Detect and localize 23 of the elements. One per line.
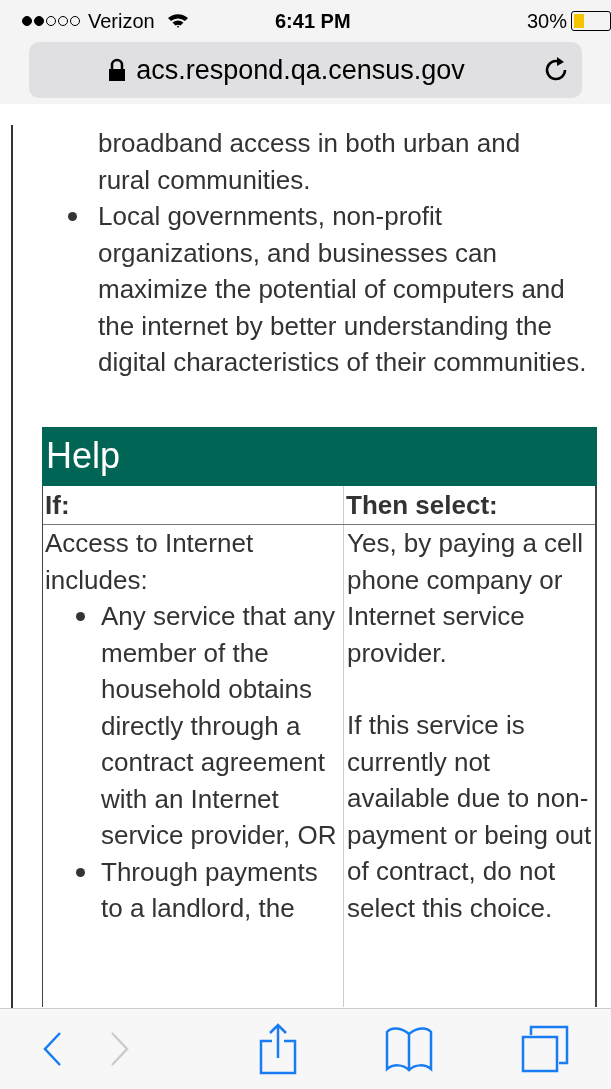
bullet-text: Through payments to a landlord, the <box>101 855 319 925</box>
column-header: Then select: <box>345 488 499 522</box>
bullet-icon <box>76 867 85 877</box>
bullet-text: Local governments, non-profit organizations, and businesses can maximize the potential of computers and the internet by better understanding the digital characteristics of their communities. <box>98 200 588 379</box>
cell-text: Access to Internet includes: <box>45 527 255 597</box>
column-header: If: <box>43 485 344 524</box>
wifi-icon <box>166 13 189 29</box>
address-bar[interactable]: acs.respond.qa.census.gov <box>29 42 582 98</box>
help-title: Help <box>46 437 121 475</box>
bullet-text: Any service that any member of the household obtains directly through a contract agreement with an Internet service provider, OR <box>101 600 338 852</box>
cell-text: If this service is currently not available due to non-payment or being out of contract, do not select this choice. <box>347 709 593 925</box>
clock-time: 6:41 PM <box>275 9 351 34</box>
bookmarks-icon[interactable] <box>384 1026 433 1072</box>
battery-icon <box>571 11 611 31</box>
carrier-name: Verizon <box>88 9 155 34</box>
cell-text: Yes, by paying a cell phone company or Internet service provider. <box>347 527 585 670</box>
bullet-text: broadband access in both urban and rural communities. <box>98 127 522 197</box>
back-icon[interactable] <box>42 1031 62 1067</box>
battery-percent: 30% <box>526 9 567 34</box>
share-icon[interactable] <box>258 1023 297 1075</box>
tabs-icon[interactable] <box>521 1025 569 1073</box>
url-text: acs.respond.qa.census.gov <box>136 53 465 87</box>
bullet-icon <box>76 612 85 621</box>
